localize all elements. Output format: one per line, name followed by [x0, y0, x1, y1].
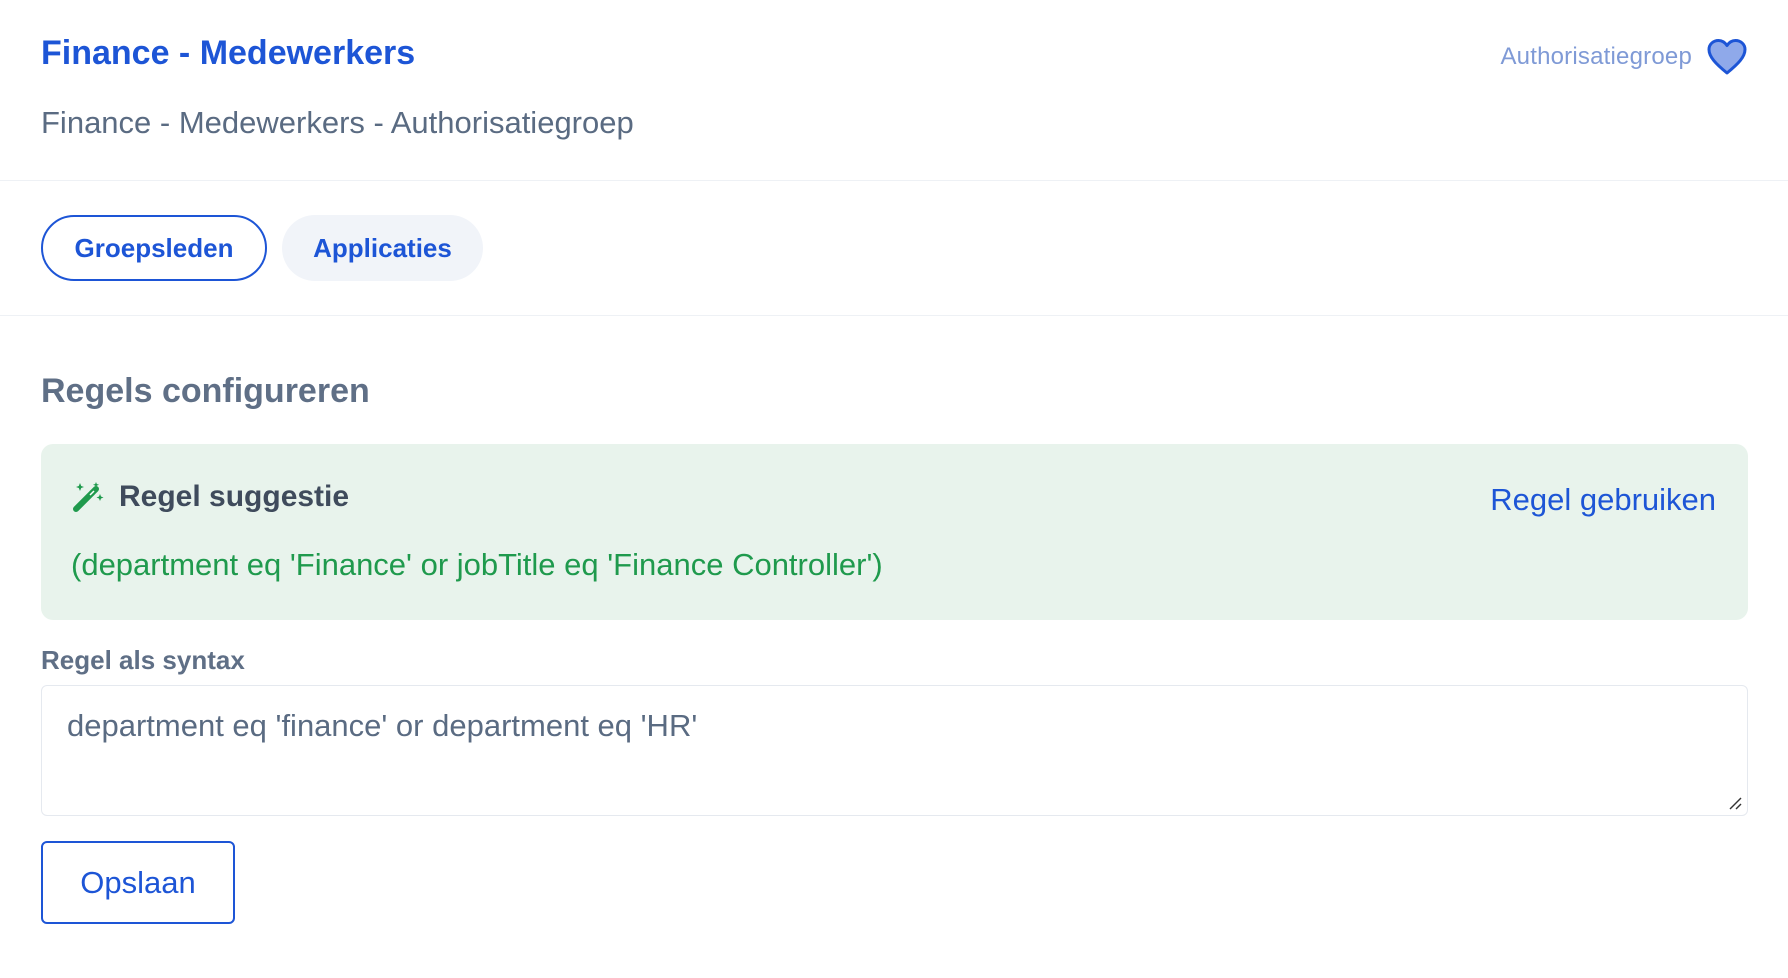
rule-suggestion-panel: Regel suggestie Regel gebruiken (departm…: [41, 444, 1748, 620]
page: Finance - Medewerkers Finance - Medewerk…: [0, 0, 1788, 978]
suggestion-title: Regel suggestie: [119, 480, 350, 513]
resize-handle-icon[interactable]: [1727, 795, 1743, 811]
group-type-label: Authorisatiegroep: [1500, 43, 1692, 70]
magic-wand-icon: [71, 480, 105, 514]
page-title: Finance - Medewerkers: [41, 34, 416, 72]
group-type-badge: Authorisatiegroep: [1500, 38, 1748, 76]
page-subtitle: Finance - Medewerkers - Authorisatiegroe…: [41, 105, 634, 140]
tab-applicaties[interactable]: Applicaties: [282, 215, 483, 281]
suggested-rule-text: (department eq 'Finance' or jobTitle eq …: [71, 547, 883, 582]
syntax-field-label: Regel als syntax: [41, 645, 245, 675]
suggestion-header: Regel suggestie: [71, 480, 349, 514]
tabs-bar: Groepsleden Applicaties: [0, 181, 1788, 316]
rule-syntax-textarea[interactable]: department eq 'finance' or department eq…: [41, 685, 1748, 816]
section-title: Regels configureren: [41, 372, 370, 410]
page-header: Finance - Medewerkers Finance - Medewerk…: [0, 0, 1788, 181]
use-rule-link[interactable]: Regel gebruiken: [1490, 482, 1716, 518]
tab-groepsleden[interactable]: Groepsleden: [41, 215, 267, 281]
rule-syntax-value[interactable]: department eq 'finance' or department eq…: [67, 708, 697, 744]
heart-icon[interactable]: [1706, 38, 1748, 76]
save-button[interactable]: Opslaan: [41, 841, 235, 924]
